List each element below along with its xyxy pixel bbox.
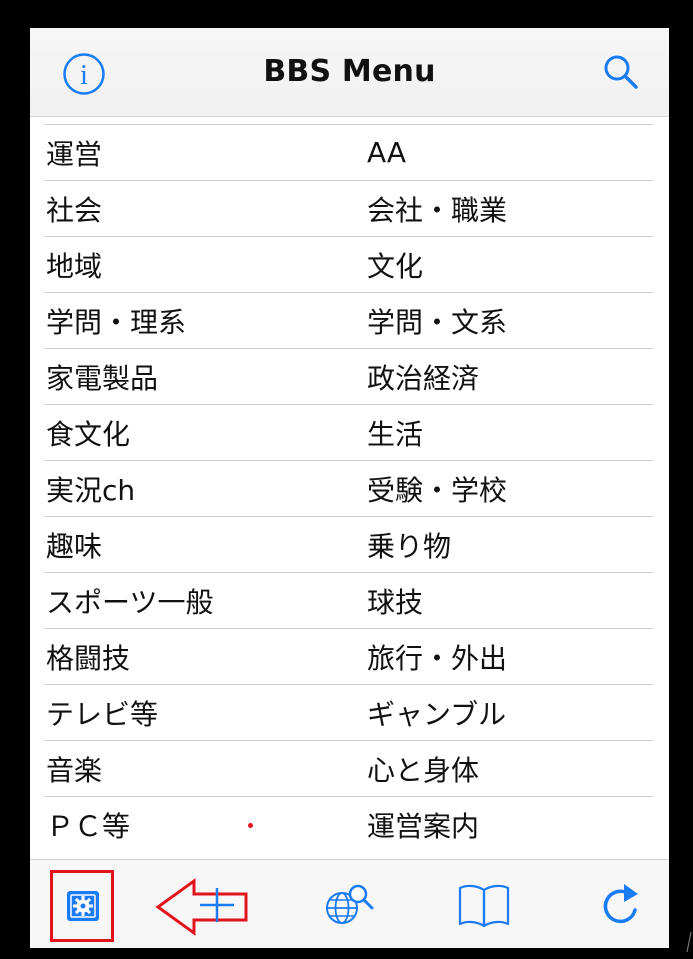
settings-icon[interactable]	[58, 880, 114, 930]
category-item[interactable]: ＰＣ等	[44, 805, 367, 845]
category-item[interactable]: 球技	[367, 581, 653, 621]
search-icon[interactable]	[601, 52, 641, 92]
table-row: 運営 AA	[44, 125, 653, 181]
category-item[interactable]: 受験・学校	[367, 469, 653, 509]
category-item[interactable]: 趣味	[44, 525, 367, 565]
app-screen: i BBS Menu 運営 AA 社会 会社・職業 地域 文化 学問・理系 学問・文系 家電製品…	[30, 28, 669, 948]
category-item[interactable]: テレビ等	[44, 693, 367, 733]
category-item[interactable]: 家電製品	[44, 357, 367, 397]
web-search-icon[interactable]	[322, 880, 378, 930]
category-item[interactable]: 乗り物	[367, 525, 653, 565]
table-row: 食文化 生活	[44, 405, 653, 461]
bookmarks-icon[interactable]	[456, 880, 512, 930]
table-row: テレビ等 ギャンブル	[44, 685, 653, 741]
table-row: ＰＣ等 運営案内	[44, 797, 653, 852]
category-item[interactable]: 地域	[44, 245, 367, 285]
table-row: 音楽 心と身体	[44, 741, 653, 797]
table-row: 社会 会社・職業	[44, 181, 653, 237]
category-item[interactable]: AA	[367, 136, 653, 169]
category-item[interactable]: ギャンブル	[367, 693, 653, 733]
bbs-category-list: 運営 AA 社会 会社・職業 地域 文化 学問・理系 学問・文系 家電製品 政治経済 食文化 生活 実況…	[44, 124, 653, 852]
category-item[interactable]: 音楽	[44, 749, 367, 789]
table-row: 地域 文化	[44, 237, 653, 293]
scroll-indicator	[685, 930, 693, 954]
category-item[interactable]: 旅行・外出	[367, 637, 653, 677]
category-item[interactable]: 実況ch	[44, 469, 367, 509]
category-item[interactable]: 会社・職業	[367, 189, 653, 229]
navigation-bar: i BBS Menu	[30, 28, 669, 117]
category-item[interactable]: 運営案内	[367, 805, 653, 845]
category-item[interactable]: 心と身体	[367, 749, 653, 789]
bottom-toolbar	[30, 859, 669, 948]
category-item[interactable]: 社会	[44, 189, 367, 229]
annotation-dot	[248, 823, 253, 828]
category-item[interactable]: 学問・理系	[44, 301, 367, 341]
category-item[interactable]: 運営	[44, 133, 367, 173]
refresh-icon[interactable]	[596, 880, 652, 930]
category-item[interactable]: 生活	[367, 413, 653, 453]
category-item[interactable]: 格闘技	[44, 637, 367, 677]
add-icon[interactable]	[192, 880, 248, 930]
table-row: 学問・理系 学問・文系	[44, 293, 653, 349]
table-row: 格闘技 旅行・外出	[44, 629, 653, 685]
category-item[interactable]: 政治経済	[367, 357, 653, 397]
page-title: BBS Menu	[263, 54, 436, 89]
category-item[interactable]: 文化	[367, 245, 653, 285]
table-row: 実況ch 受験・学校	[44, 461, 653, 517]
category-item[interactable]: スポーツ一般	[44, 581, 367, 621]
table-row: スポーツ一般 球技	[44, 573, 653, 629]
category-item[interactable]: 学問・文系	[367, 301, 653, 341]
table-row: 家電製品 政治経済	[44, 349, 653, 405]
category-item[interactable]: 食文化	[44, 413, 367, 453]
table-row: 趣味 乗り物	[44, 517, 653, 573]
